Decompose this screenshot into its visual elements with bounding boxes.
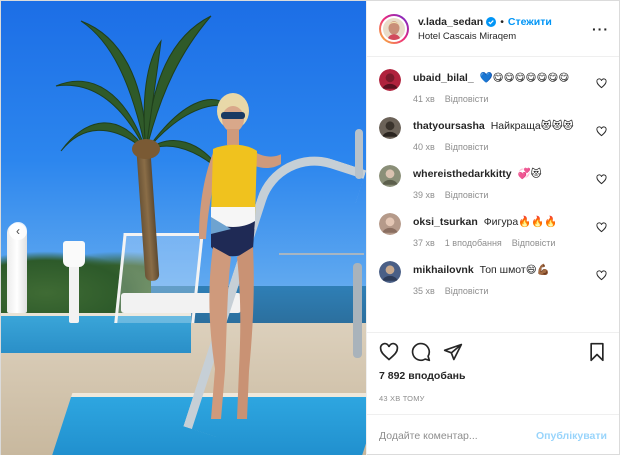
author-avatar-image: [383, 17, 405, 40]
add-comment-bar: Опублікувати: [367, 414, 619, 455]
follow-button[interactable]: Стежити: [508, 16, 552, 28]
comment-username[interactable]: thatyoursasha: [413, 120, 485, 132]
like-comment-heart-icon[interactable]: [596, 222, 607, 233]
comment-username[interactable]: ubaid_bilal_: [413, 72, 474, 84]
comment-text: 💞😻: [517, 168, 542, 180]
reply-button[interactable]: Відповісти: [445, 92, 489, 107]
likes-count[interactable]: 7 892 вподобань: [367, 370, 619, 388]
comment-likes-count[interactable]: 1 вподобання: [445, 236, 502, 251]
header-dot-separator: •: [500, 15, 504, 28]
like-comment-heart-icon[interactable]: [596, 78, 607, 89]
post-time-ago[interactable]: 43 ХВ ТОМУ: [367, 388, 619, 414]
post-side-panel: v.lada_sedan • Стежити Hotel Cascais Mir…: [366, 1, 619, 455]
comment-username[interactable]: whereisthedarkkitty: [413, 168, 512, 180]
comment-text: Фигура🔥🔥🔥: [483, 216, 558, 228]
publish-comment-button[interactable]: Опублікувати: [536, 430, 607, 442]
commenter-avatar[interactable]: [379, 261, 401, 283]
post-header: v.lada_sedan • Стежити Hotel Cascais Mir…: [367, 1, 619, 57]
more-options-icon[interactable]: ···: [592, 21, 609, 37]
photo-ladder-handle: [355, 129, 363, 179]
author-avatar[interactable]: [379, 13, 409, 44]
commenter-avatar[interactable]: [379, 117, 401, 139]
comment-time[interactable]: 35 хв: [413, 284, 435, 299]
reply-button[interactable]: Відповісти: [445, 140, 489, 155]
commenter-avatar[interactable]: [379, 69, 401, 91]
photo-lamp-pole: [69, 263, 79, 323]
comment-time[interactable]: 39 хв: [413, 188, 435, 203]
previous-photo-button[interactable]: ‹: [9, 222, 27, 240]
comment-text: Топ шмот😄💪🏾: [479, 264, 550, 276]
share-send-icon[interactable]: [443, 342, 463, 362]
comment-text: Найкраща😻😻😻: [490, 120, 574, 132]
instagram-post: ‹ v.lada_sedan • Стежити Hotel Cascais M…: [0, 0, 620, 455]
commenter-avatar[interactable]: [379, 165, 401, 187]
comment-username[interactable]: oksi_tsurkan: [413, 216, 478, 228]
comment-time[interactable]: 41 хв: [413, 92, 435, 107]
comment-username[interactable]: mikhailovnk: [413, 264, 474, 276]
comment-input[interactable]: [379, 429, 536, 442]
author-username[interactable]: v.lada_sedan: [418, 16, 483, 28]
commenter-avatar[interactable]: [379, 213, 401, 235]
like-comment-heart-icon[interactable]: [596, 174, 607, 185]
photo-lamp: [63, 241, 85, 267]
comment-text: 💙😋😋😋😋😋😋😋: [479, 72, 570, 84]
comment-item: oksi_tsurkan Фигура🔥🔥🔥 37 хв 1 вподобанн…: [379, 213, 607, 251]
post-location[interactable]: Hotel Cascais Miraqem: [418, 31, 592, 42]
like-heart-icon[interactable]: [379, 342, 399, 362]
save-bookmark-icon[interactable]: [587, 342, 607, 362]
post-actions-bar: [367, 332, 619, 370]
chevron-left-icon: ‹: [16, 224, 20, 238]
photo-ladder-post: [353, 263, 362, 358]
comment-item: whereisthedarkkitty 💞😻 39 хв Відповісти: [379, 165, 607, 203]
photo-woman: [199, 93, 281, 419]
comment-time[interactable]: 40 хв: [413, 140, 435, 155]
post-photo[interactable]: ‹: [1, 1, 366, 455]
like-comment-heart-icon[interactable]: [596, 270, 607, 281]
comment-item: mikhailovnk Топ шмот😄💪🏾 35 хв Відповісти: [379, 261, 607, 299]
verified-badge-icon: [486, 16, 497, 27]
like-comment-heart-icon[interactable]: [596, 126, 607, 137]
comment-bubble-icon[interactable]: [411, 342, 431, 362]
reply-button[interactable]: Відповісти: [512, 236, 556, 251]
comment-item: thatyoursasha Найкраща😻😻😻 40 хв Відповіс…: [379, 117, 607, 155]
reply-button[interactable]: Відповісти: [445, 284, 489, 299]
comment-item: ubaid_bilal_ 💙😋😋😋😋😋😋😋 41 хв Відповісти: [379, 69, 607, 107]
comment-time[interactable]: 37 хв: [413, 236, 435, 251]
comments-list[interactable]: ubaid_bilal_ 💙😋😋😋😋😋😋😋 41 хв Відповісти t…: [367, 57, 619, 332]
reply-button[interactable]: Відповісти: [445, 188, 489, 203]
